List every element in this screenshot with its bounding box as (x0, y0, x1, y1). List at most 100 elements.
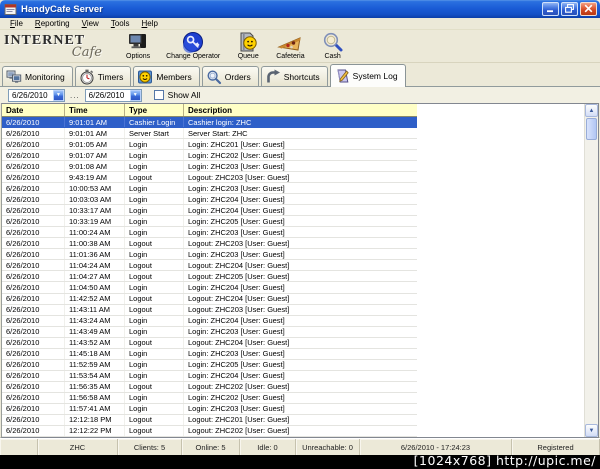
restore-button[interactable] (561, 1, 578, 16)
cell-type: Logout (125, 238, 184, 249)
watermark-text: [1024x768] http://upic.me/ (413, 453, 596, 468)
tab-orders[interactable]: Orders (201, 66, 259, 86)
cell-type: Login (125, 370, 184, 381)
cell-description: Login: ZHC203 [User: Guest] (188, 161, 285, 171)
tab-members[interactable]: Members (133, 66, 200, 86)
log-row[interactable]: 6/26/2010 12:12:22 PM Logout Logout: ZHC202… (2, 425, 417, 437)
status-panel-7: Registered (512, 439, 600, 455)
status-panel-3: Online: 5 (182, 439, 240, 455)
column-header-description[interactable]: Description (184, 104, 417, 116)
chevron-down-icon[interactable]: ▼ (53, 89, 64, 101)
cell-date: 6/26/2010 (2, 216, 65, 227)
log-row[interactable]: 6/26/2010 11:00:38 AM Logout Logout: ZHC203… (2, 238, 417, 250)
log-row[interactable]: 6/26/2010 9:01:05 AM Login Login: ZHC201 [U… (2, 139, 417, 151)
scroll-down-icon[interactable]: ▼ (585, 424, 598, 437)
log-row[interactable]: 6/26/2010 11:56:35 AM Logout Logout: ZHC202… (2, 381, 417, 393)
scrollbar-track[interactable] (585, 140, 598, 424)
close-button[interactable] (580, 1, 597, 16)
vertical-scrollbar[interactable]: ▲ ▼ (584, 104, 598, 437)
cell-type: Logout (125, 271, 184, 282)
restore-icon (565, 4, 574, 13)
cell-date: 6/26/2010 (2, 403, 65, 414)
cell-description: Logout: ZHC202 [User: Guest] (188, 382, 290, 392)
window-title: HandyCafe Server (21, 3, 103, 15)
log-row[interactable]: 6/26/2010 11:43:24 AM Login Login: ZHC204 [… (2, 315, 417, 327)
toolbar-button-cash[interactable]: Cash (313, 30, 353, 62)
log-row[interactable]: 6/26/2010 11:04:27 AM Logout Logout: ZHC205… (2, 271, 417, 283)
log-row[interactable]: 6/26/2010 11:04:50 AM Login Login: ZHC204 [… (2, 282, 417, 294)
menu-item-tools[interactable]: Tools (105, 18, 136, 29)
scroll-up-icon[interactable]: ▲ (585, 104, 598, 117)
log-row[interactable]: 6/26/2010 11:43:49 AM Login Login: ZHC203 [… (2, 326, 417, 338)
menu-item-view[interactable]: View (76, 18, 105, 29)
log-row[interactable]: 6/26/2010 11:53:54 AM Login Login: ZHC204 [… (2, 370, 417, 382)
cell-time: 11:04:27 AM (65, 271, 125, 282)
toolbar-button-options[interactable]: Options (118, 30, 158, 62)
menu-item-reporting[interactable]: Reporting (29, 18, 76, 29)
log-row[interactable]: 6/26/2010 9:01:07 AM Login Login: ZHC202 [U… (2, 150, 417, 162)
log-row[interactable]: 6/26/2010 12:12:18 PM Logout Logout: ZHC201… (2, 414, 417, 426)
cell-type: Logout (125, 414, 184, 425)
toolbar-button-change-operator[interactable]: Change Operator (158, 30, 228, 62)
cell-type: Login (125, 161, 184, 172)
cell-type: Login (125, 403, 184, 414)
log-row[interactable]: 6/26/2010 10:03:03 AM Login Login: ZHC204 [… (2, 194, 417, 206)
log-row[interactable]: 6/26/2010 11:52:59 AM Login Login: ZHC205 [… (2, 359, 417, 371)
cell-description: Logout: ZHC202 [User: Guest] (188, 426, 290, 436)
log-row[interactable]: 6/26/2010 9:01:01 AM Server Start Server St… (2, 128, 417, 140)
date-to-picker[interactable]: 6/26/2010 ▼ (84, 88, 142, 102)
scrollbar-thumb[interactable] (586, 118, 597, 140)
cell-type: Logout (125, 337, 184, 348)
cell-time: 11:43:24 AM (65, 315, 125, 326)
log-row[interactable]: 6/26/2010 11:04:24 AM Logout Logout: ZHC204… (2, 260, 417, 272)
column-header-date[interactable]: Date (2, 104, 65, 116)
log-row[interactable]: 6/26/2010 11:56:58 AM Login Login: ZHC202 [… (2, 392, 417, 404)
cell-description: Logout: ZHC203 [User: Guest] (188, 172, 290, 182)
log-row[interactable]: 6/26/2010 10:33:19 AM Login Login: ZHC205 [… (2, 216, 417, 228)
minimize-button[interactable] (542, 1, 559, 16)
log-row[interactable]: 6/26/2010 11:57:41 AM Login Login: ZHC203 [… (2, 403, 417, 415)
toolbar-button-label: Change Operator (166, 53, 221, 60)
tab-shortcuts[interactable]: Shortcuts (260, 66, 328, 86)
menu-item-help[interactable]: Help (136, 18, 164, 29)
column-header-type[interactable]: Type (125, 104, 184, 116)
cell-description: Server Start: ZHC (188, 128, 248, 138)
log-row[interactable]: 6/26/2010 9:01:08 AM Login Login: ZHC203 [U… (2, 161, 417, 173)
table-header: Date Time Type Description (2, 104, 417, 117)
log-row[interactable]: 6/26/2010 10:00:53 AM Login Login: ZHC203 [… (2, 183, 417, 195)
cell-time: 9:43:19 AM (65, 172, 125, 183)
toolbar-button-cafeteria[interactable]: Cafeteria (268, 30, 312, 62)
log-row[interactable]: 6/26/2010 11:42:52 AM Logout Logout: ZHC204… (2, 293, 417, 305)
chevron-down-icon[interactable]: ▼ (129, 89, 141, 101)
column-header-time[interactable]: Time (65, 104, 125, 116)
cell-description: Login: ZHC205 [User: Guest] (188, 360, 285, 370)
date-from-picker[interactable]: 6/26/2010 ▼ (8, 88, 65, 102)
log-row[interactable]: 6/26/2010 9:01:01 AM Cashier Login Cashier … (2, 117, 417, 129)
log-row[interactable]: 6/26/2010 11:43:11 AM Logout Logout: ZHC203… (2, 304, 417, 316)
cell-description: Login: ZHC204 [User: Guest] (188, 316, 285, 326)
cell-description: Login: ZHC201 [User: Guest] (188, 139, 285, 149)
log-row[interactable]: 6/26/2010 11:00:24 AM Login Login: ZHC203 [… (2, 227, 417, 239)
show-all-checkbox[interactable] (153, 90, 164, 100)
tab-label: Shortcuts (283, 71, 320, 82)
toolbar: INTERNET Cafe Options Change Operator Queu… (0, 30, 600, 63)
tab-label: Monitoring (25, 71, 65, 82)
cell-date: 6/26/2010 (2, 227, 65, 238)
toolbar-button-queue[interactable]: Queue (228, 30, 268, 62)
cell-date: 6/26/2010 (2, 172, 65, 183)
cell-time: 11:42:52 AM (65, 293, 125, 304)
cell-type: Login (125, 326, 184, 337)
shortcuts-icon (265, 69, 281, 85)
tab-system-log[interactable]: System Log (329, 64, 406, 87)
log-row[interactable]: 6/26/2010 10:33:17 AM Login Login: ZHC204 [… (2, 205, 417, 217)
options-icon (126, 31, 150, 53)
log-row[interactable]: 6/26/2010 11:43:52 AM Logout Logout: ZHC204… (2, 337, 417, 349)
menu-item-file[interactable]: File (4, 18, 29, 29)
tab-monitoring[interactable]: Monitoring (2, 66, 73, 86)
tab-timers[interactable]: Timers (74, 66, 132, 86)
cell-type: Server Start (125, 128, 184, 139)
log-row[interactable]: 6/26/2010 11:45:18 AM Login Login: ZHC203 [… (2, 348, 417, 360)
log-row[interactable]: 6/26/2010 11:01:36 AM Login Login: ZHC203 [… (2, 249, 417, 261)
log-row[interactable]: 6/26/2010 9:43:19 AM Logout Logout: ZHC203 … (2, 172, 417, 184)
cell-description: Login: ZHC202 [User: Guest] (188, 150, 285, 160)
